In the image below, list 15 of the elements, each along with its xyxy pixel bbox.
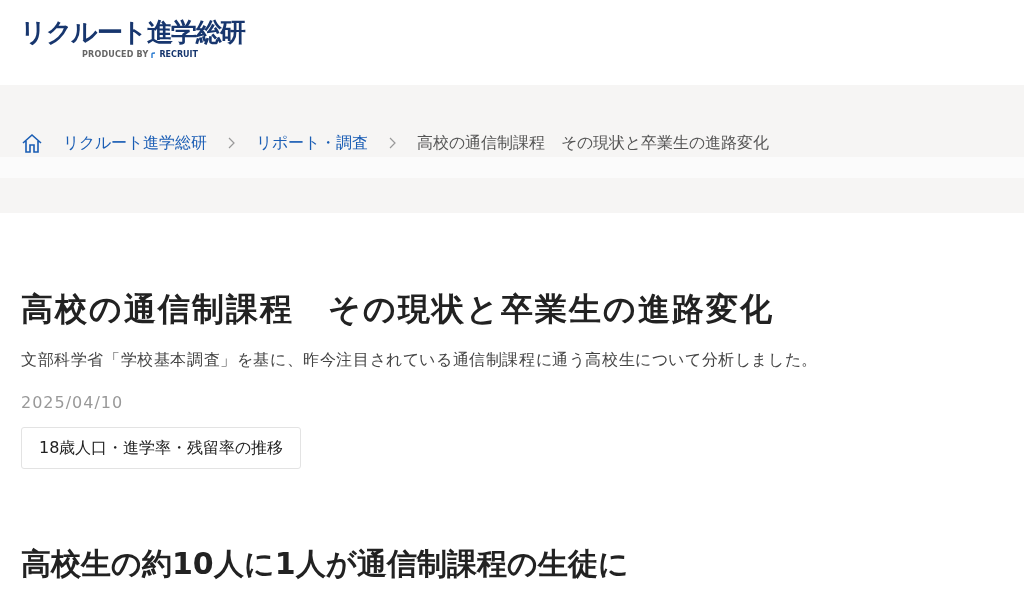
produced-by-text: PRODUCED BY xyxy=(82,50,149,59)
article-lead: 文部科学省「学校基本調査」を基に、昨今注目されている通信制課程に通う高校生について分析しました。 xyxy=(21,350,819,371)
breadcrumb-link[interactable]: リクルート進学総研 xyxy=(63,132,207,154)
home-icon[interactable] xyxy=(21,133,43,153)
arc-icon xyxy=(151,51,157,58)
breadcrumb-current: 高校の通信制課程 その現状と卒業生の進路変化 xyxy=(417,132,769,154)
section-heading: 高校生の約10人に1人が通信制課程の生徒に xyxy=(21,545,630,583)
tag-chip[interactable]: 18歳人口・進学率・残留率の推移 xyxy=(21,427,302,469)
chevron-right-icon xyxy=(228,137,235,149)
article-title: 高校の通信制課程 その現状と卒業生の進路変化 xyxy=(21,289,775,330)
brand-logo: RECRUIT xyxy=(159,50,198,59)
publish-date: 2025/04/10 xyxy=(21,393,125,413)
breadcrumb-link[interactable]: リポート・調査 xyxy=(256,132,368,154)
site-logo[interactable]: リクルート進学総研 xyxy=(20,17,245,47)
chevron-right-icon xyxy=(389,137,396,149)
